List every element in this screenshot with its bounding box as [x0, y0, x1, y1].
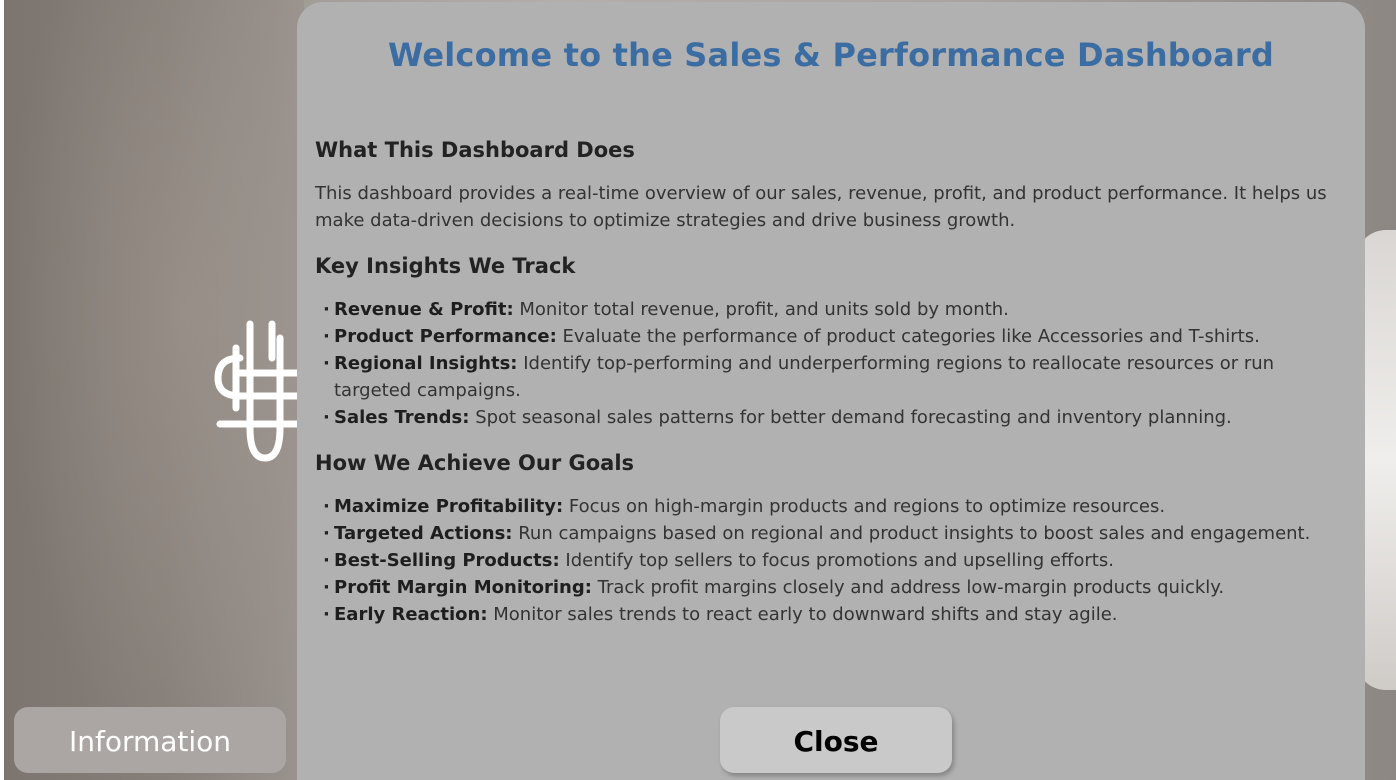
list-item-label: Best-Selling Products: [334, 550, 560, 571]
list-item: Regional Insights: Identify top-performi… [315, 350, 1355, 404]
list-item-label: Maximize Profitability: [334, 496, 564, 517]
section-heading-what: What This Dashboard Does [315, 138, 635, 162]
list-item-label: Targeted Actions: [334, 523, 513, 544]
list-item: Early Reaction: Monitor sales trends to … [315, 601, 1355, 628]
hashtag-logo-icon [214, 320, 309, 462]
section-heading-goals: How We Achieve Our Goals [315, 451, 635, 475]
list-item-text: Focus on high-margin products and region… [563, 496, 1166, 517]
list-item: Product Performance: Evaluate the perfor… [315, 323, 1355, 350]
close-button[interactable]: Close [720, 707, 952, 773]
list-item-label: Profit Margin Monitoring: [334, 577, 592, 598]
list-item-label: Revenue & Profit: [334, 299, 514, 320]
list-item-label: Regional Insights: [334, 353, 518, 374]
list-item-text: Evaluate the performance of product cate… [556, 326, 1260, 347]
insights-list: Revenue & Profit: Monitor total revenue,… [315, 296, 1355, 431]
list-item-text: Track profit margins closely and address… [591, 577, 1225, 598]
section-heading-insights: Key Insights We Track [315, 254, 576, 278]
list-item-label: Product Performance: [334, 326, 557, 347]
list-item-text: Monitor total revenue, profit, and units… [513, 299, 1009, 320]
list-item: Maximize Profitability: Focus on high-ma… [315, 493, 1355, 520]
information-button[interactable]: Information [14, 707, 286, 773]
panel-title: Welcome to the Sales & Performance Dashb… [388, 36, 1274, 74]
info-panel: Welcome to the Sales & Performance Dashb… [297, 2, 1365, 780]
list-item-text: Run campaigns based on regional and prod… [512, 523, 1311, 544]
section-description: This dashboard provides a real-time over… [315, 183, 1327, 231]
list-item-label: Early Reaction: [334, 604, 488, 625]
list-item: Targeted Actions: Run campaigns based on… [315, 520, 1355, 547]
list-item-label: Sales Trends: [334, 407, 470, 428]
list-item: Best-Selling Products: Identify top sell… [315, 547, 1355, 574]
list-item: Profit Margin Monitoring: Track profit m… [315, 574, 1355, 601]
list-item-text: Identify top sellers to focus promotions… [559, 550, 1114, 571]
list-item: Revenue & Profit: Monitor total revenue,… [315, 296, 1355, 323]
panel-content: What This Dashboard Does This dashboard … [315, 138, 1355, 648]
list-item-text: Monitor sales trends to react early to d… [487, 604, 1118, 625]
goals-list: Maximize Profitability: Focus on high-ma… [315, 493, 1355, 628]
list-item-text: Spot seasonal sales patterns for better … [469, 407, 1232, 428]
list-item: Sales Trends: Spot seasonal sales patter… [315, 404, 1355, 431]
